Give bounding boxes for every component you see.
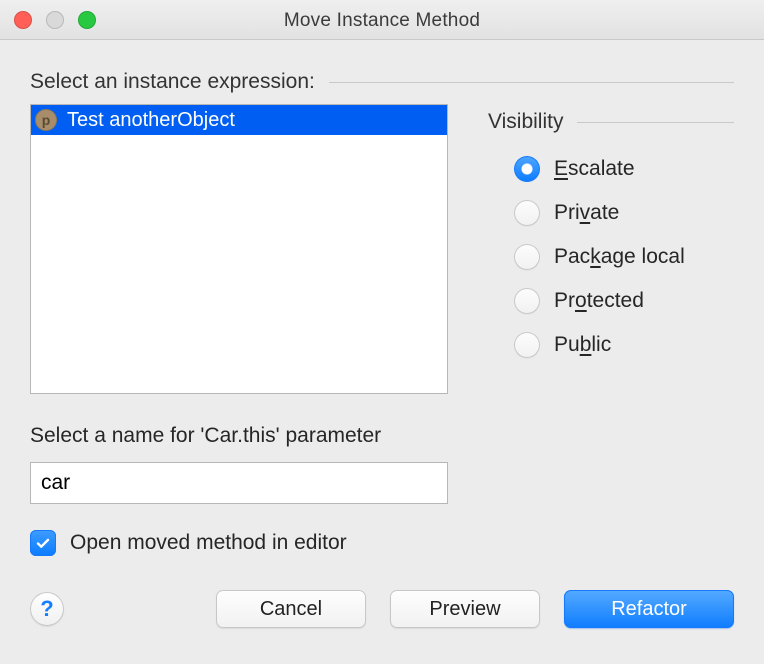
- visibility-option-label: Public: [554, 333, 611, 357]
- open-in-editor-checkbox[interactable]: [30, 530, 56, 556]
- window-title: Move Instance Method: [284, 10, 480, 31]
- radio-icon: [514, 244, 540, 270]
- instance-expression-list[interactable]: p Test anotherObject: [30, 104, 448, 394]
- visibility-label-row: Visibility: [488, 110, 734, 134]
- divider: [329, 82, 734, 83]
- open-in-editor-label: Open moved method in editor: [70, 531, 347, 555]
- dialog-content: Select an instance expression: p Test ano…: [0, 40, 764, 652]
- help-button[interactable]: ?: [30, 592, 64, 626]
- radio-icon: [514, 156, 540, 182]
- visibility-option[interactable]: Public: [514, 332, 734, 358]
- visibility-panel: Visibility Escalate Private Package local P…: [488, 104, 734, 358]
- visibility-option[interactable]: Package local: [514, 244, 734, 270]
- visibility-option-label: Package local: [554, 245, 685, 269]
- parameter-name-input[interactable]: [30, 462, 448, 504]
- list-item-label: Test anotherObject: [67, 109, 235, 132]
- footer: ? Cancel Preview Refactor: [30, 590, 734, 628]
- footer-buttons: Cancel Preview Refactor: [216, 590, 734, 628]
- visibility-option-label: Private: [554, 201, 619, 225]
- check-icon: [35, 535, 51, 551]
- instance-expression-label: Select an instance expression:: [30, 70, 315, 94]
- preview-button[interactable]: Preview: [390, 590, 540, 628]
- instance-expression-label-row: Select an instance expression:: [30, 70, 734, 94]
- open-in-editor-row[interactable]: Open moved method in editor: [30, 530, 734, 556]
- visibility-option-label: Protected: [554, 289, 644, 313]
- zoom-icon[interactable]: [78, 11, 96, 29]
- minimize-icon: [46, 11, 64, 29]
- close-icon[interactable]: [14, 11, 32, 29]
- visibility-option[interactable]: Protected: [514, 288, 734, 314]
- main-row: p Test anotherObject Visibility Escalate P…: [30, 104, 734, 394]
- divider: [577, 122, 734, 123]
- parameter-name-section: Select a name for 'Car.this' parameter: [30, 424, 734, 504]
- radio-icon: [514, 288, 540, 314]
- parameter-icon: p: [35, 109, 57, 131]
- visibility-options: Escalate Private Package local Protected Pub…: [488, 156, 734, 358]
- visibility-option[interactable]: Escalate: [514, 156, 734, 182]
- traffic-lights: [14, 11, 96, 29]
- refactor-button[interactable]: Refactor: [564, 590, 734, 628]
- parameter-name-label: Select a name for 'Car.this' parameter: [30, 424, 734, 448]
- visibility-option-label: Escalate: [554, 157, 635, 181]
- radio-icon: [514, 200, 540, 226]
- radio-icon: [514, 332, 540, 358]
- visibility-option[interactable]: Private: [514, 200, 734, 226]
- list-item[interactable]: p Test anotherObject: [31, 105, 447, 135]
- cancel-button[interactable]: Cancel: [216, 590, 366, 628]
- titlebar: Move Instance Method: [0, 0, 764, 40]
- visibility-label: Visibility: [488, 110, 563, 134]
